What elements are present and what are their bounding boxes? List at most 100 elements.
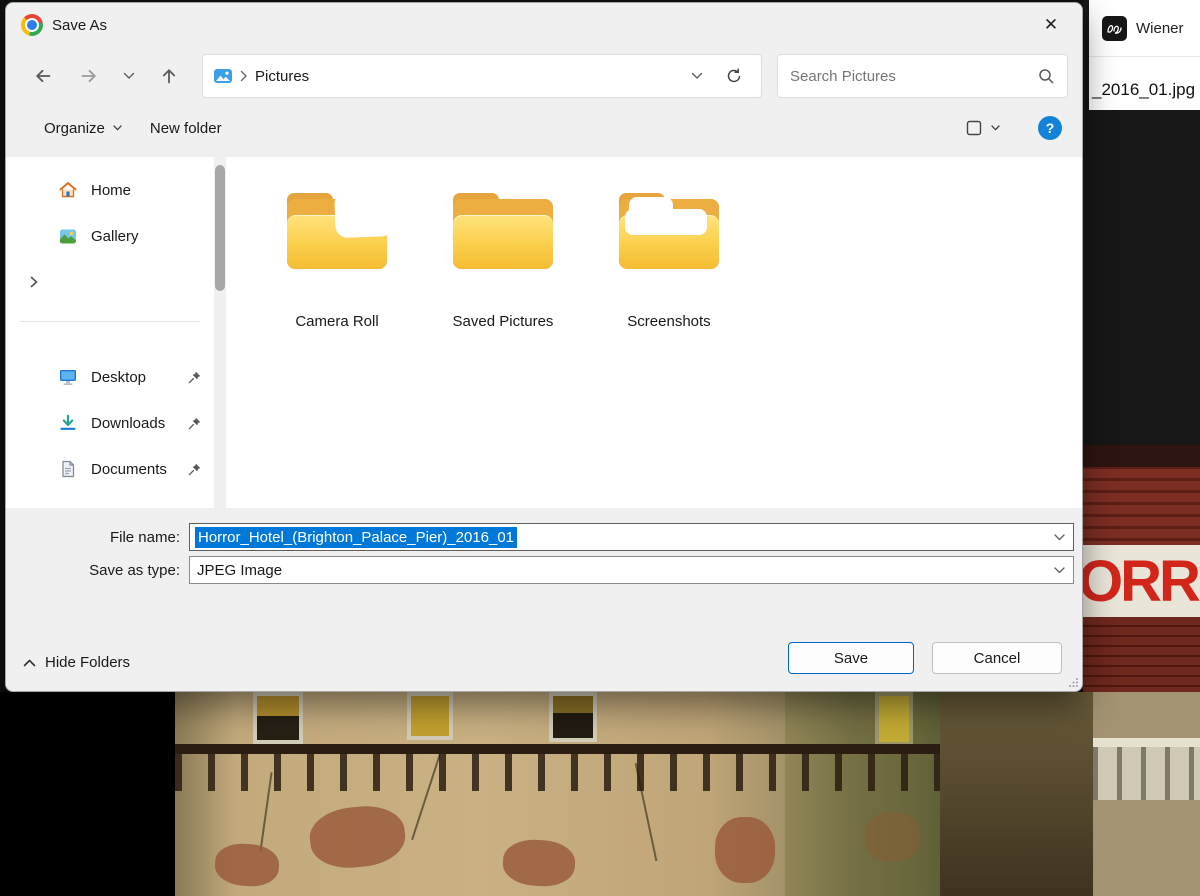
breadcrumb[interactable]: Pictures (255, 68, 309, 85)
folder-icon (613, 191, 725, 277)
back-button[interactable] (20, 56, 66, 96)
organize-label: Organize (44, 119, 105, 137)
background-photo-right: ORR (1083, 445, 1200, 692)
breadcrumb-chevron-icon (240, 70, 248, 82)
refresh-icon[interactable] (717, 67, 751, 85)
close-button[interactable]: ✕ (1030, 7, 1072, 43)
save-as-type-select[interactable]: JPEG Image (189, 556, 1074, 584)
desktop-icon (58, 367, 78, 387)
save-as-type-dropdown-chevron[interactable] (1054, 566, 1065, 574)
photo-black-edge (0, 692, 175, 896)
wall-shading (785, 692, 940, 896)
gallery-icon (58, 226, 78, 246)
pin-icon (187, 462, 202, 477)
sidebar-item-downloads[interactable]: Downloads (6, 400, 214, 446)
sidebar-item-gallery[interactable]: Gallery (6, 213, 214, 259)
sidebar-item-home[interactable]: Home (6, 167, 214, 213)
building-dark-section (940, 692, 1093, 896)
pin-icon (187, 370, 202, 385)
organize-button[interactable]: Organize (44, 120, 122, 137)
folder-name: Saved Pictures (452, 313, 554, 330)
new-folder-button[interactable]: New folder (150, 120, 222, 137)
pictures-folder-icon (213, 66, 233, 86)
file-name-input[interactable]: Horror_Hotel_(Brighton_Palace_Pier)_2016… (189, 523, 1074, 551)
sidebar-item-label: Desktop (91, 368, 147, 386)
file-browser-area: Home Gallery Desktop Downloads Documents… (6, 157, 1082, 508)
sidebar-item-label: Gallery (91, 227, 139, 245)
page-heading: _2016_01.jpg (1089, 57, 1200, 110)
folder-tile-screenshots[interactable]: Screenshots (594, 191, 744, 330)
downloads-icon (58, 413, 78, 433)
sidebar-item-label: Downloads (91, 414, 166, 432)
chevron-up-icon (23, 659, 36, 667)
cancel-button[interactable]: Cancel (932, 642, 1062, 674)
chevron-down-icon (113, 125, 122, 131)
home-icon (58, 180, 78, 200)
building-wall (175, 692, 1200, 896)
folder-icon (447, 191, 559, 277)
sidebar-scrollbar[interactable] (214, 157, 226, 508)
page-filename-text: _2016_01.jpg (1092, 80, 1196, 99)
chevron-right-icon (26, 274, 42, 290)
search-input[interactable] (790, 67, 1037, 85)
address-dropdown-chevron[interactable] (677, 72, 717, 80)
navigation-bar: Pictures (6, 47, 1082, 105)
browser-background-right: Wiener _2016_01.jpg ORR (1083, 0, 1200, 692)
pin-icon (187, 416, 202, 431)
tree-expander[interactable] (6, 259, 214, 305)
hide-folders-label: Hide Folders (45, 654, 131, 671)
folder-thumbnail (625, 209, 707, 235)
help-button[interactable]: ? (1038, 116, 1062, 140)
save-as-type-value: JPEG Image (197, 561, 283, 579)
brick-patch (213, 841, 281, 889)
chrome-icon (21, 14, 43, 36)
view-options-chevron[interactable] (991, 125, 1000, 131)
search-icon (1037, 67, 1055, 85)
sidebar-item-label: Documents (91, 460, 167, 478)
hide-folders-button[interactable]: Hide Folders (23, 654, 130, 671)
dialog-titlebar[interactable]: Save As ✕ (6, 3, 1082, 47)
folder-thumbnail (334, 190, 394, 238)
file-name-dropdown-chevron[interactable] (1054, 533, 1065, 541)
change-view-button[interactable] (965, 119, 983, 137)
file-name-value: Horror_Hotel_(Brighton_Palace_Pier)_2016… (195, 526, 518, 548)
folder-icon (281, 190, 394, 277)
folder-tile-saved-pictures[interactable]: Saved Pictures (428, 191, 578, 330)
window (549, 692, 597, 742)
forward-button[interactable] (66, 56, 112, 96)
horror-sign-text: ORR (1083, 548, 1200, 614)
folder-name: Camera Roll (295, 313, 379, 330)
balcony-railing (175, 744, 940, 791)
scrollbar-thumb[interactable] (215, 165, 225, 291)
roof-tiles-bottom (1083, 617, 1200, 692)
background-photo-bottom (0, 692, 1200, 896)
brick-patch (307, 802, 408, 872)
command-bar: Organize New folder ? (6, 105, 1082, 157)
horror-sign: ORR (1083, 545, 1200, 617)
folder-list: Camera Roll Saved Pictures Screenshots (226, 157, 1082, 508)
window (407, 692, 453, 740)
up-button[interactable] (146, 56, 192, 96)
save-as-type-label: Save as type: (89, 561, 180, 579)
save-button[interactable]: Save (788, 642, 914, 674)
white-railing (1093, 738, 1200, 800)
sidebar-item-documents[interactable]: Documents (6, 446, 214, 492)
address-bar[interactable]: Pictures (202, 54, 762, 98)
sidebar-divider (20, 321, 200, 322)
brick-patch (715, 817, 775, 883)
browser-tab[interactable]: Wiener (1089, 0, 1200, 57)
file-name-label: File name: (109, 528, 180, 546)
search-box[interactable] (777, 54, 1068, 98)
dialog-title: Save As (52, 16, 108, 34)
documents-icon (58, 459, 78, 479)
resize-grip[interactable] (1068, 677, 1079, 688)
roof-tiles-top (1083, 445, 1200, 545)
navigation-pane: Home Gallery Desktop Downloads Documents (6, 157, 214, 508)
sidebar-item-desktop[interactable]: Desktop (6, 354, 214, 400)
file-fields: File name: Horror_Hotel_(Brighton_Palace… (6, 508, 1082, 584)
brick-patch (501, 838, 577, 888)
recent-locations-chevron[interactable] (112, 56, 146, 96)
tab-title: Wiener (1136, 19, 1184, 37)
folder-tile-camera-roll[interactable]: Camera Roll (262, 190, 412, 330)
sidebar-item-label: Home (91, 181, 132, 199)
